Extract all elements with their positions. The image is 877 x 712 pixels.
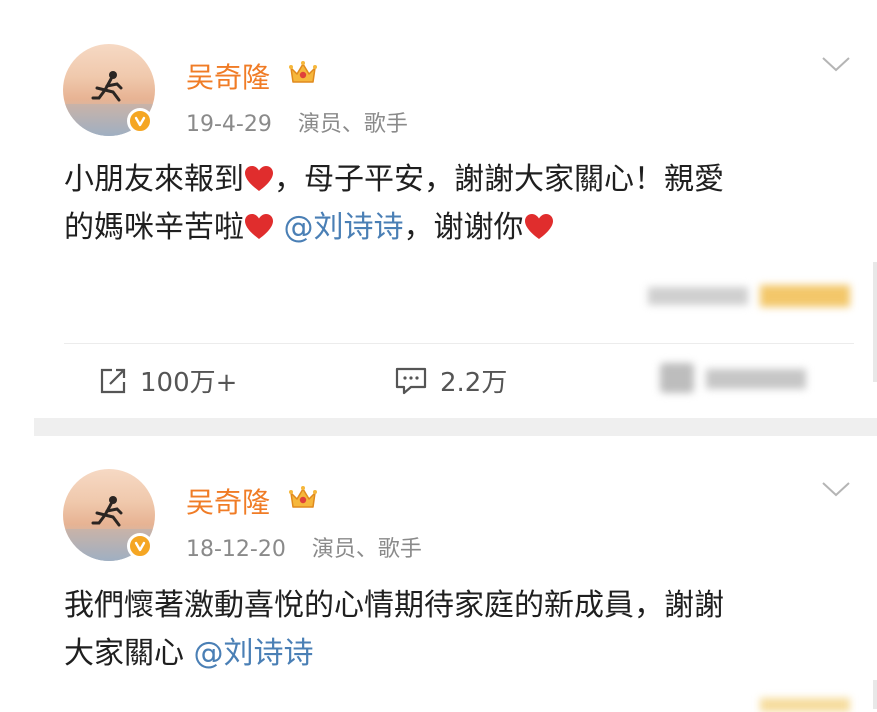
post-content: 小朋友來報到 ，母子平安，謝謝大家關心！親愛 的媽咪辛苦啦 @刘诗诗，谢谢你 <box>64 156 724 252</box>
username[interactable]: 吴奇隆 <box>186 481 270 521</box>
share-button[interactable]: 100万+ <box>98 362 237 399</box>
content-text: 的媽咪辛苦啦 <box>64 210 244 245</box>
comment-button[interactable]: 2.2万 <box>394 362 507 399</box>
crown-icon <box>289 61 317 83</box>
like-button-blurred[interactable] <box>660 363 810 393</box>
heart-icon <box>524 214 553 239</box>
post-separator <box>34 418 877 436</box>
post-card-2: 吴奇隆 18-12-20 演员、歌手 我們懷著激動喜悅的心情期待家庭的新成員，謝… <box>0 436 877 712</box>
comment-icon <box>395 367 427 394</box>
heart-icon <box>245 166 273 191</box>
runner-silhouette <box>91 496 123 527</box>
scroll-edge <box>873 262 877 382</box>
post-role: 演员、歌手 <box>311 537 422 562</box>
comment-count: 2.2万 <box>440 368 508 398</box>
content-text: ，谢谢你 <box>403 210 524 245</box>
runner-silhouette <box>91 71 123 102</box>
username[interactable]: 吴奇隆 <box>186 56 270 96</box>
chevron-down-icon[interactable] <box>821 480 851 498</box>
crown-icon <box>289 486 317 508</box>
post-content: 我們懷著激動喜悅的心情期待家庭的新成員，謝謝 大家關心 @刘诗诗 <box>64 582 724 678</box>
content-text: 大家關心 <box>64 636 184 671</box>
share-count: 100万+ <box>140 368 238 398</box>
blurred-view-count <box>648 283 854 309</box>
verified-badge-icon <box>127 108 153 134</box>
post-date: 18-12-20 <box>186 537 286 562</box>
post-meta: 19-4-29 演员、歌手 <box>186 106 408 138</box>
content-text: 我們懷著激動喜悅的心情期待家庭的新成員，謝謝 <box>64 588 724 623</box>
blurred-view-count <box>760 698 850 712</box>
post-date: 19-4-29 <box>186 112 272 137</box>
mention-link[interactable]: @刘诗诗 <box>194 636 314 671</box>
heart-icon <box>245 214 273 239</box>
mention-link[interactable]: @刘诗诗 <box>284 210 404 245</box>
share-icon <box>100 368 126 393</box>
post-card-1: 吴奇隆 19-4-29 演员、歌手 小朋友來報到 ，母子平安，謝謝大家關心！親愛 … <box>0 0 877 418</box>
content-text: ，母子平安，謝謝大家關心！親愛 <box>274 162 724 197</box>
chevron-down-icon[interactable] <box>821 55 851 73</box>
content-text: 小朋友來報到 <box>64 162 244 197</box>
post-meta: 18-12-20 演员、歌手 <box>186 531 422 563</box>
divider <box>64 343 854 344</box>
verified-badge-icon <box>127 533 153 559</box>
scroll-edge <box>873 680 877 709</box>
post-role: 演员、歌手 <box>297 112 408 137</box>
